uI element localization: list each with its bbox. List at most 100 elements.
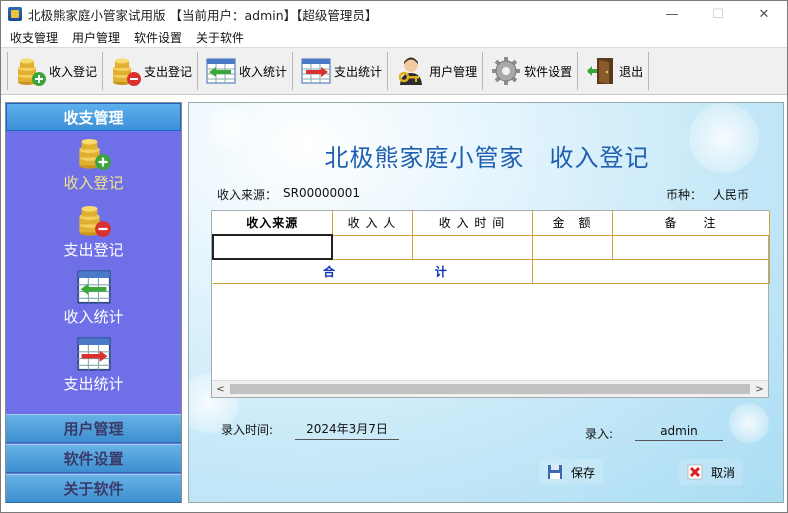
column-header-note[interactable]: 备 注 (612, 211, 770, 236)
menu-bar: 收支管理 用户管理 软件设置 关于软件 (1, 27, 787, 47)
sidebar-item-label: 收入统计 (63, 308, 124, 326)
background-decoration (729, 403, 769, 443)
toolbar-expense-register-label: 支出登记 (144, 64, 193, 79)
income-stats-icon (206, 58, 236, 84)
toolbar-expense-stats-label: 支出统计 (334, 64, 383, 79)
sidebar-group-finance[interactable]: 收支管理 (6, 103, 181, 131)
toolbar-user-management-label: 用户管理 (429, 64, 478, 79)
income-stats-icon (76, 270, 111, 304)
sidebar-item-expense-register[interactable]: 支出登记 (6, 202, 181, 260)
minimize-button[interactable]: — (649, 1, 695, 27)
toolbar-expense-register-button[interactable]: 支出登记 (104, 51, 196, 91)
toolbar-separator (648, 52, 650, 90)
entry-date-value[interactable]: 2024年3月7日 (295, 420, 399, 440)
toolbar-separator (7, 52, 8, 90)
user-key-icon (398, 57, 423, 85)
gear-icon (492, 57, 521, 85)
cell-time-input[interactable] (412, 235, 533, 260)
entry-date-label: 录入时间: (221, 423, 274, 437)
sidebar-item-label: 支出登记 (63, 241, 124, 259)
table-row (212, 234, 770, 260)
toolbar-settings-label: 软件设置 (524, 64, 573, 79)
sidebar-item-income-register[interactable]: 收入登记 (6, 135, 181, 193)
form-title: 北极熊家庭小管家 收入登记 (324, 144, 650, 172)
toolbar-exit-button[interactable]: 退出 (579, 51, 647, 91)
toolbar-income-stats-button[interactable]: 收入统计 (199, 51, 291, 91)
income-source-label: 收入来源： (217, 188, 278, 202)
cancel-button[interactable]: 取消 (679, 459, 744, 485)
column-header-source[interactable]: 收入来源 (213, 211, 333, 236)
toolbar-separator (577, 52, 579, 90)
toolbar-income-register-button[interactable]: 收入登记 (9, 51, 101, 91)
sidebar-group-items: 收入登记 支出登记 收入统计 支出统计 (6, 131, 181, 415)
horizontal-scrollbar[interactable]: < > (212, 380, 768, 397)
cancel-icon (687, 464, 703, 480)
app-window: 北极熊家庭小管家试用版 【当前用户：admin】【超级管理员】 — ☐ ✕ 收支… (0, 0, 788, 513)
scrollbar-thumb[interactable] (230, 384, 750, 394)
menu-users[interactable]: 用户管理 (65, 29, 127, 46)
toolbar-separator (197, 52, 199, 90)
toolbar-separator (292, 52, 294, 90)
sidebar-group-settings[interactable]: 软件设置 (6, 444, 181, 473)
title-bar: 北极熊家庭小管家试用版 【当前用户：admin】【超级管理员】 — ☐ ✕ (1, 1, 787, 27)
income-table: 收入来源 收 入 人 收 入 时 间 金 额 备 注 合 计 (212, 211, 770, 284)
toolbar: 收入登记 支出登记 收入统计 支出统计 用户管理 软件设置 退出 (1, 47, 787, 95)
cell-amount-input[interactable] (532, 235, 613, 260)
total-label: 计 (434, 264, 447, 279)
cell-payee-input[interactable] (332, 235, 413, 260)
scroll-left-icon[interactable]: < (212, 381, 229, 397)
sidebar-item-expense-stats[interactable]: 支出统计 (6, 336, 181, 394)
income-register-panel: 北极熊家庭小管家 收入登记 收入来源： SR00000001 币种： 人民币 收… (188, 102, 784, 503)
save-label: 保存 (571, 465, 596, 480)
toolbar-exit-label: 退出 (619, 64, 644, 79)
app-icon (8, 7, 22, 21)
close-button[interactable]: ✕ (741, 1, 787, 27)
toolbar-separator (102, 52, 104, 90)
currency-label: 币种： (666, 188, 703, 202)
table-header-row: 收入来源 收 入 人 收 入 时 间 金 额 备 注 (213, 211, 770, 236)
coins-remove-icon (78, 205, 111, 237)
save-icon (548, 465, 562, 479)
toolbar-separator (482, 52, 484, 90)
column-header-payee[interactable]: 收 入 人 (332, 211, 413, 236)
cell-source-input[interactable] (212, 234, 333, 260)
expense-stats-icon (76, 337, 111, 371)
coins-add-icon (18, 58, 46, 86)
income-grid[interactable]: 收入来源 收 入 人 收 入 时 间 金 额 备 注 合 计 < > (211, 210, 770, 398)
sidebar-item-income-stats[interactable]: 收入统计 (6, 269, 181, 327)
currency-value: 人民币 (713, 188, 750, 202)
total-row: 合 计 (213, 259, 770, 284)
column-header-time[interactable]: 收 入 时 间 (412, 211, 533, 236)
sidebar-item-label: 支出统计 (63, 375, 124, 393)
sidebar-item-label: 收入登记 (63, 174, 124, 192)
window-title: 北极熊家庭小管家试用版 【当前用户：admin】【超级管理员】 (28, 7, 378, 23)
sidebar-group-users[interactable]: 用户管理 (6, 414, 181, 443)
menu-finance[interactable]: 收支管理 (1, 29, 65, 46)
toolbar-settings-button[interactable]: 软件设置 (484, 51, 576, 91)
window-controls: — ☐ ✕ (649, 1, 787, 27)
save-button[interactable]: 保存 (539, 459, 604, 485)
income-source-value: SR00000001 (283, 186, 361, 200)
entry-user-label: 录入: (585, 427, 614, 441)
coins-remove-icon (113, 58, 142, 86)
menu-about[interactable]: 关于软件 (189, 29, 251, 46)
toolbar-income-stats-label: 收入统计 (239, 64, 288, 79)
toolbar-income-register-label: 收入登记 (49, 64, 98, 79)
cancel-label: 取消 (711, 465, 736, 480)
menu-settings[interactable]: 软件设置 (127, 29, 189, 46)
total-label: 合 (323, 264, 336, 279)
toolbar-separator (387, 52, 389, 90)
sidebar-group-about[interactable]: 关于软件 (6, 474, 181, 503)
column-header-amount[interactable]: 金 额 (532, 211, 613, 236)
toolbar-expense-stats-button[interactable]: 支出统计 (294, 51, 386, 91)
sidebar: 收支管理 收入登记 支出登记 收入统计 支出统计 用户管理 软件设置 关于软件 (5, 102, 182, 503)
entry-user-value: admin (635, 424, 723, 441)
total-amount-cell (532, 259, 770, 284)
total-label-cell: 合 计 (213, 259, 533, 284)
maximize-button: ☐ (712, 6, 724, 22)
scroll-right-icon[interactable]: > (751, 381, 768, 397)
coins-add-icon (78, 138, 111, 170)
expense-stats-icon (301, 58, 331, 84)
toolbar-user-management-button[interactable]: 用户管理 (389, 51, 481, 91)
cell-note-input[interactable] (612, 235, 770, 260)
